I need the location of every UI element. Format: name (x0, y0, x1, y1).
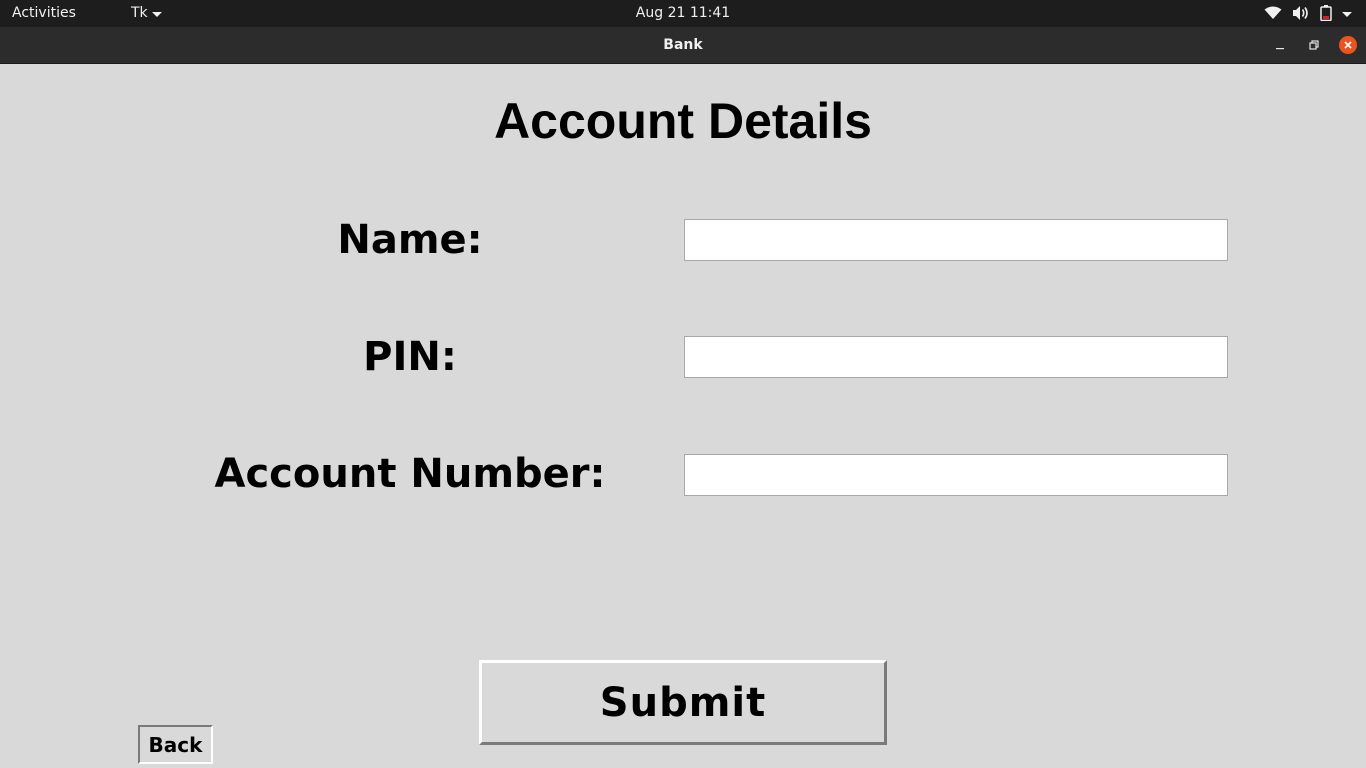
account-number-input[interactable] (684, 454, 1228, 496)
account-number-label: Account Number: (214, 451, 606, 497)
clock[interactable]: Aug 21 11:41 (0, 5, 1366, 21)
maximize-button[interactable] (1305, 36, 1323, 54)
close-icon (1344, 41, 1352, 49)
system-top-bar: Activities Tk Aug 21 11:41 (0, 0, 1366, 27)
wifi-icon (1264, 6, 1282, 20)
minimize-button[interactable] (1271, 36, 1289, 54)
restore-icon (1309, 40, 1319, 50)
pin-input[interactable] (684, 336, 1228, 378)
pin-label: PIN: (363, 334, 457, 380)
system-tray[interactable] (1264, 5, 1352, 21)
name-label: Name: (337, 217, 483, 263)
window-title: Bank (663, 37, 703, 53)
minimize-icon (1276, 48, 1284, 50)
app-content: Account Details Name: PIN: Account Numbe… (0, 64, 1366, 768)
close-button[interactable] (1339, 36, 1357, 54)
battery-icon (1320, 5, 1332, 21)
back-button[interactable]: Back (138, 725, 213, 764)
window-title-bar[interactable]: Bank (0, 27, 1366, 64)
volume-icon (1292, 5, 1310, 21)
submit-button[interactable]: Submit (479, 660, 887, 745)
page-title: Account Details (494, 93, 872, 149)
system-menu-caret-icon (1342, 11, 1352, 17)
name-input[interactable] (684, 219, 1228, 261)
